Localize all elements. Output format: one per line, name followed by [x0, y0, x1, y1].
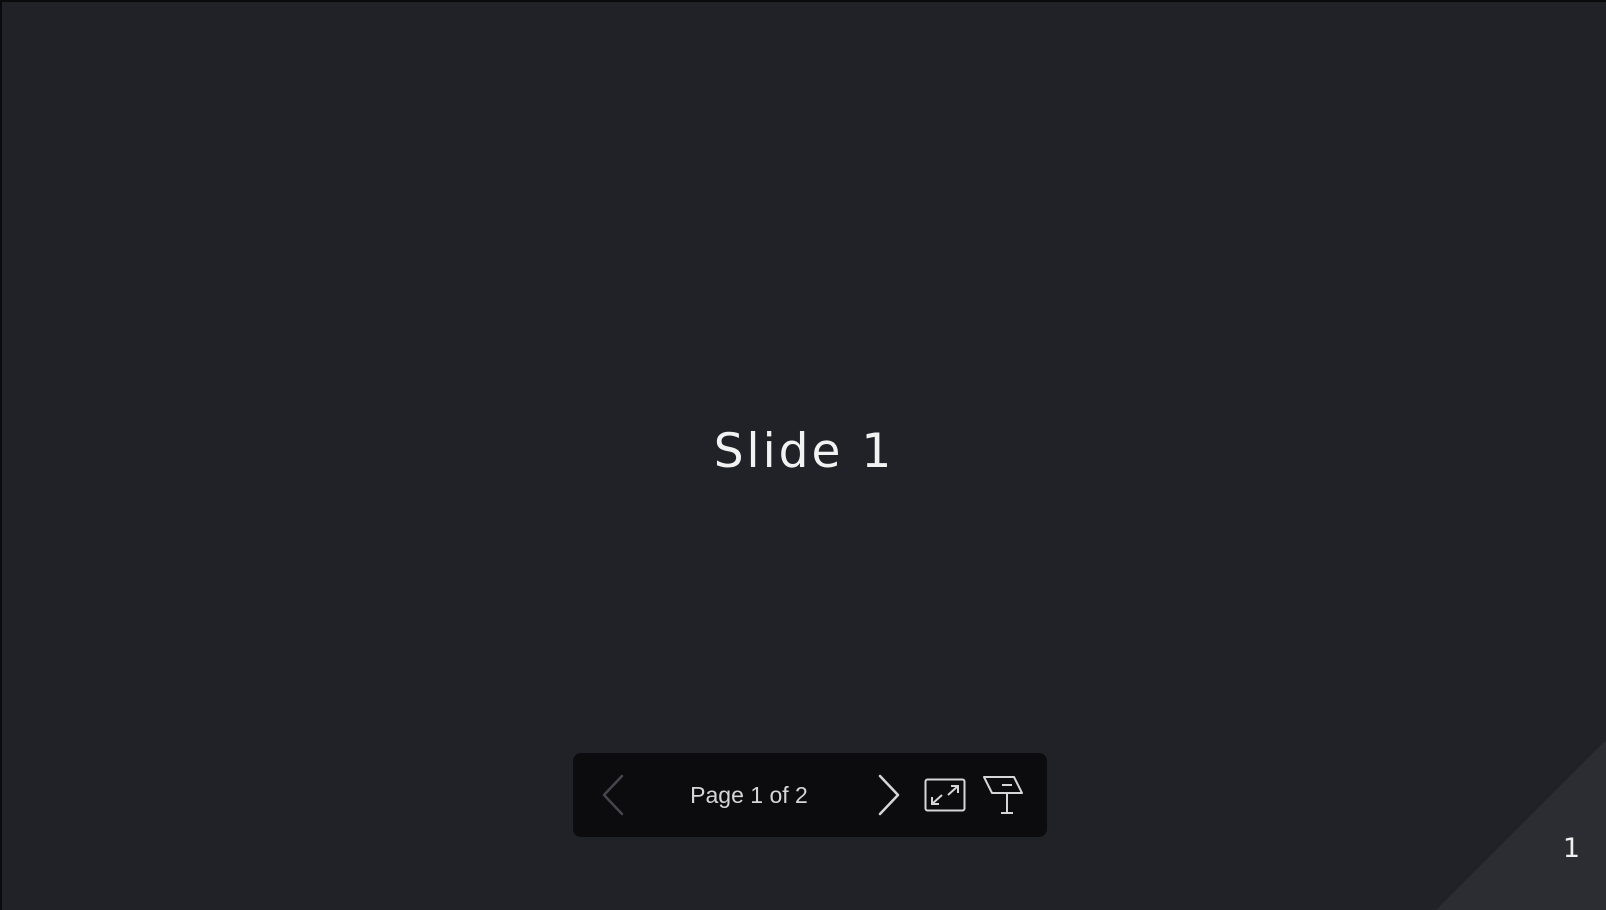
slide-title: Slide 1: [713, 424, 895, 479]
chevron-left-icon: [600, 773, 626, 817]
expand-icon: [924, 778, 966, 812]
page-indicator: Page 1 of 2: [690, 782, 808, 808]
slide-number-corner: [1436, 740, 1606, 910]
next-page-button[interactable]: [869, 753, 909, 837]
presenter-mode-button[interactable]: [981, 753, 1025, 837]
fullscreen-button[interactable]: [923, 753, 967, 837]
presentation-toolbar: Page 1 of 2: [573, 753, 1047, 837]
previous-page-button[interactable]: [593, 753, 633, 837]
slide-canvas: Slide 1 1 Page 1 of 2: [0, 0, 1606, 910]
chevron-right-icon: [876, 773, 902, 817]
slide-number: 1: [1562, 833, 1580, 864]
presenter-podium-icon: [982, 774, 1024, 816]
